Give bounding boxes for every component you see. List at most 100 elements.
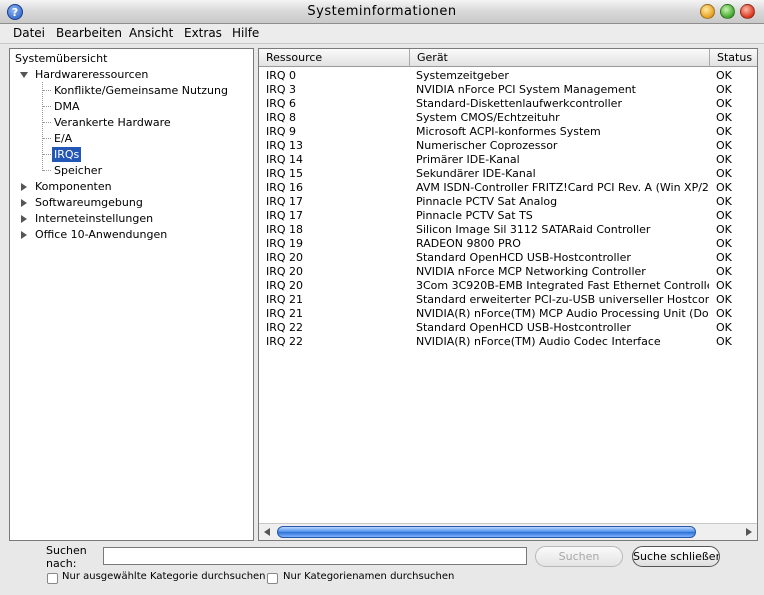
cell-geraet: Systemzeitgeber (416, 69, 509, 82)
cell-status: OK (716, 153, 732, 166)
table-row[interactable]: IRQ 3 NVIDIA nForce PCI System Management… (259, 83, 757, 97)
table-header: Ressource Gerät Status (259, 49, 757, 67)
horizontal-scrollbar[interactable] (259, 523, 757, 540)
cell-ressource: IRQ 17 (266, 209, 304, 222)
table-row[interactable]: IRQ 17 Pinnacle PCTV Sat Analog OK (259, 195, 757, 209)
table-row[interactable]: IRQ 17 Pinnacle PCTV Sat TS OK (259, 209, 757, 223)
cell-ressource: IRQ 20 (266, 265, 304, 278)
cell-geraet: NVIDIA nForce MCP Networking Controller (416, 265, 646, 278)
maximize-button[interactable] (720, 4, 735, 19)
cell-geraet: Standard OpenHCD USB-Hostcontroller (416, 321, 631, 334)
cell-geraet: Standard-Diskettenlaufwerkcontroller (416, 97, 622, 110)
cell-ressource: IRQ 14 (266, 153, 304, 166)
tree-item-interneteinstellungen[interactable]: Interneteinstellungen (35, 211, 153, 226)
table-row[interactable]: IRQ 20 3Com 3C920B-EMB Integrated Fast Et… (259, 279, 757, 293)
cell-geraet: Standard erweiterter PCI-zu-USB universe… (416, 293, 709, 306)
cell-ressource: IRQ 8 (266, 111, 297, 124)
tree-item-konflikte[interactable]: Konflikte/Gemeinsame Nutzung (54, 83, 228, 98)
cell-geraet: Pinnacle PCTV Sat TS (416, 209, 533, 222)
tree-connector (43, 90, 51, 91)
cell-geraet: Sekundärer IDE-Kanal (416, 167, 536, 180)
cell-ressource: IRQ 13 (266, 139, 304, 152)
column-header-geraet[interactable]: Gerät (410, 49, 710, 67)
cell-ressource: IRQ 21 (266, 307, 304, 320)
menu-bar: Datei Bearbeiten Ansicht Extras Hilfe (0, 24, 764, 44)
cell-status: OK (716, 83, 732, 96)
expand-right-icon[interactable] (21, 199, 27, 207)
tree-item-ea[interactable]: E/A (54, 131, 72, 146)
table-row[interactable]: IRQ 13 Numerischer Coprozessor OK (259, 139, 757, 153)
expand-right-icon[interactable] (21, 231, 27, 239)
cell-status: OK (716, 97, 732, 110)
cell-geraet: NVIDIA(R) nForce(TM) Audio Codec Interfa… (416, 335, 661, 348)
table-row[interactable]: IRQ 20 NVIDIA nForce MCP Networking Contr… (259, 265, 757, 279)
cell-geraet: NVIDIA(R) nForce(TM) MCP Audio Processin… (416, 307, 709, 320)
table-row[interactable]: IRQ 21 Standard erweiterter PCI-zu-USB un… (259, 293, 757, 307)
cell-ressource: IRQ 6 (266, 97, 297, 110)
table-row[interactable]: IRQ 20 Standard OpenHCD USB-Hostcontrolle… (259, 251, 757, 265)
search-label-line1: Suchen (46, 544, 87, 557)
expand-right-icon[interactable] (21, 183, 27, 191)
menu-datei[interactable]: Datei (13, 26, 45, 40)
table-row[interactable]: IRQ 22 NVIDIA(R) nForce(TM) Audio Codec I… (259, 335, 757, 349)
search-button[interactable]: Suchen (535, 546, 623, 567)
menu-bearbeiten[interactable]: Bearbeiten (56, 26, 122, 40)
cell-ressource: IRQ 18 (266, 223, 304, 236)
tree-item-systemuebersicht[interactable]: Systemübersicht (15, 51, 107, 66)
table-row[interactable]: IRQ 14 Primärer IDE-Kanal OK (259, 153, 757, 167)
tree-item-hardwareressourcen[interactable]: Hardwareressourcen (35, 67, 148, 82)
scroll-left-icon[interactable] (264, 528, 270, 536)
menu-ansicht[interactable]: Ansicht (129, 26, 173, 40)
tree-connector (43, 170, 51, 171)
tree-connector (43, 122, 51, 123)
menu-hilfe[interactable]: Hilfe (232, 26, 259, 40)
table-row[interactable]: IRQ 9 Microsoft ACPI-konformes System OK (259, 125, 757, 139)
table-row[interactable]: IRQ 6 Standard-Diskettenlaufwerkcontrolle… (259, 97, 757, 111)
close-window-button[interactable] (740, 4, 755, 19)
table-row[interactable]: IRQ 16 AVM ISDN-Controller FRITZ!Card PCI… (259, 181, 757, 195)
tree-item-verankerte-hardware[interactable]: Verankerte Hardware (54, 115, 171, 130)
cell-geraet: Numerischer Coprozessor (416, 139, 558, 152)
cell-status: OK (716, 265, 732, 278)
cell-ressource: IRQ 9 (266, 125, 297, 138)
cell-status: OK (716, 125, 732, 138)
table-row[interactable]: IRQ 18 Silicon Image Sil 3112 SATARaid Co… (259, 223, 757, 237)
checkbox-category-names[interactable] (267, 573, 278, 584)
tree-item-speicher[interactable]: Speicher (54, 163, 102, 178)
expand-right-icon[interactable] (21, 215, 27, 223)
cell-status: OK (716, 293, 732, 306)
expand-down-icon[interactable] (20, 72, 28, 78)
close-search-button[interactable]: Suche schließen (632, 546, 720, 567)
tree-item-komponenten[interactable]: Komponenten (35, 179, 112, 194)
cell-status: OK (716, 181, 732, 194)
minimize-button[interactable] (700, 4, 715, 19)
table-row[interactable]: IRQ 0 Systemzeitgeber OK (259, 69, 757, 83)
category-tree[interactable]: Systemübersicht Hardwareressourcen Konfl… (9, 48, 254, 541)
search-input[interactable] (103, 547, 527, 565)
cell-status: OK (716, 237, 732, 250)
menu-extras[interactable]: Extras (184, 26, 222, 40)
column-header-ressource[interactable]: Ressource (259, 49, 410, 67)
cell-status: OK (716, 223, 732, 236)
table-row[interactable]: IRQ 22 Standard OpenHCD USB-Hostcontrolle… (259, 321, 757, 335)
tree-connector (43, 154, 51, 155)
scroll-right-icon[interactable] (746, 528, 752, 536)
tree-item-softwareumgebung[interactable]: Softwareumgebung (35, 195, 143, 210)
resource-table[interactable]: Ressource Gerät Status IRQ 0 Systemzeitge… (258, 48, 758, 541)
cell-status: OK (716, 139, 732, 152)
cell-ressource: IRQ 19 (266, 237, 304, 250)
checkbox-selected-category[interactable] (47, 573, 58, 584)
tree-item-office[interactable]: Office 10-Anwendungen (35, 227, 167, 242)
cell-status: OK (716, 69, 732, 82)
tree-item-irqs[interactable]: IRQs (52, 147, 82, 162)
column-header-status[interactable]: Status (710, 49, 757, 67)
table-row[interactable]: IRQ 21 NVIDIA(R) nForce(TM) MCP Audio Pro… (259, 307, 757, 321)
title-bar: ? Systeminformationen (0, 0, 764, 24)
cell-ressource: IRQ 20 (266, 251, 304, 264)
table-row[interactable]: IRQ 15 Sekundärer IDE-Kanal OK (259, 167, 757, 181)
table-row[interactable]: IRQ 19 RADEON 9800 PRO OK (259, 237, 757, 251)
cell-status: OK (716, 167, 732, 180)
tree-item-dma[interactable]: DMA (54, 99, 80, 114)
scroll-thumb[interactable] (277, 526, 696, 538)
table-row[interactable]: IRQ 8 System CMOS/Echtzeituhr OK (259, 111, 757, 125)
